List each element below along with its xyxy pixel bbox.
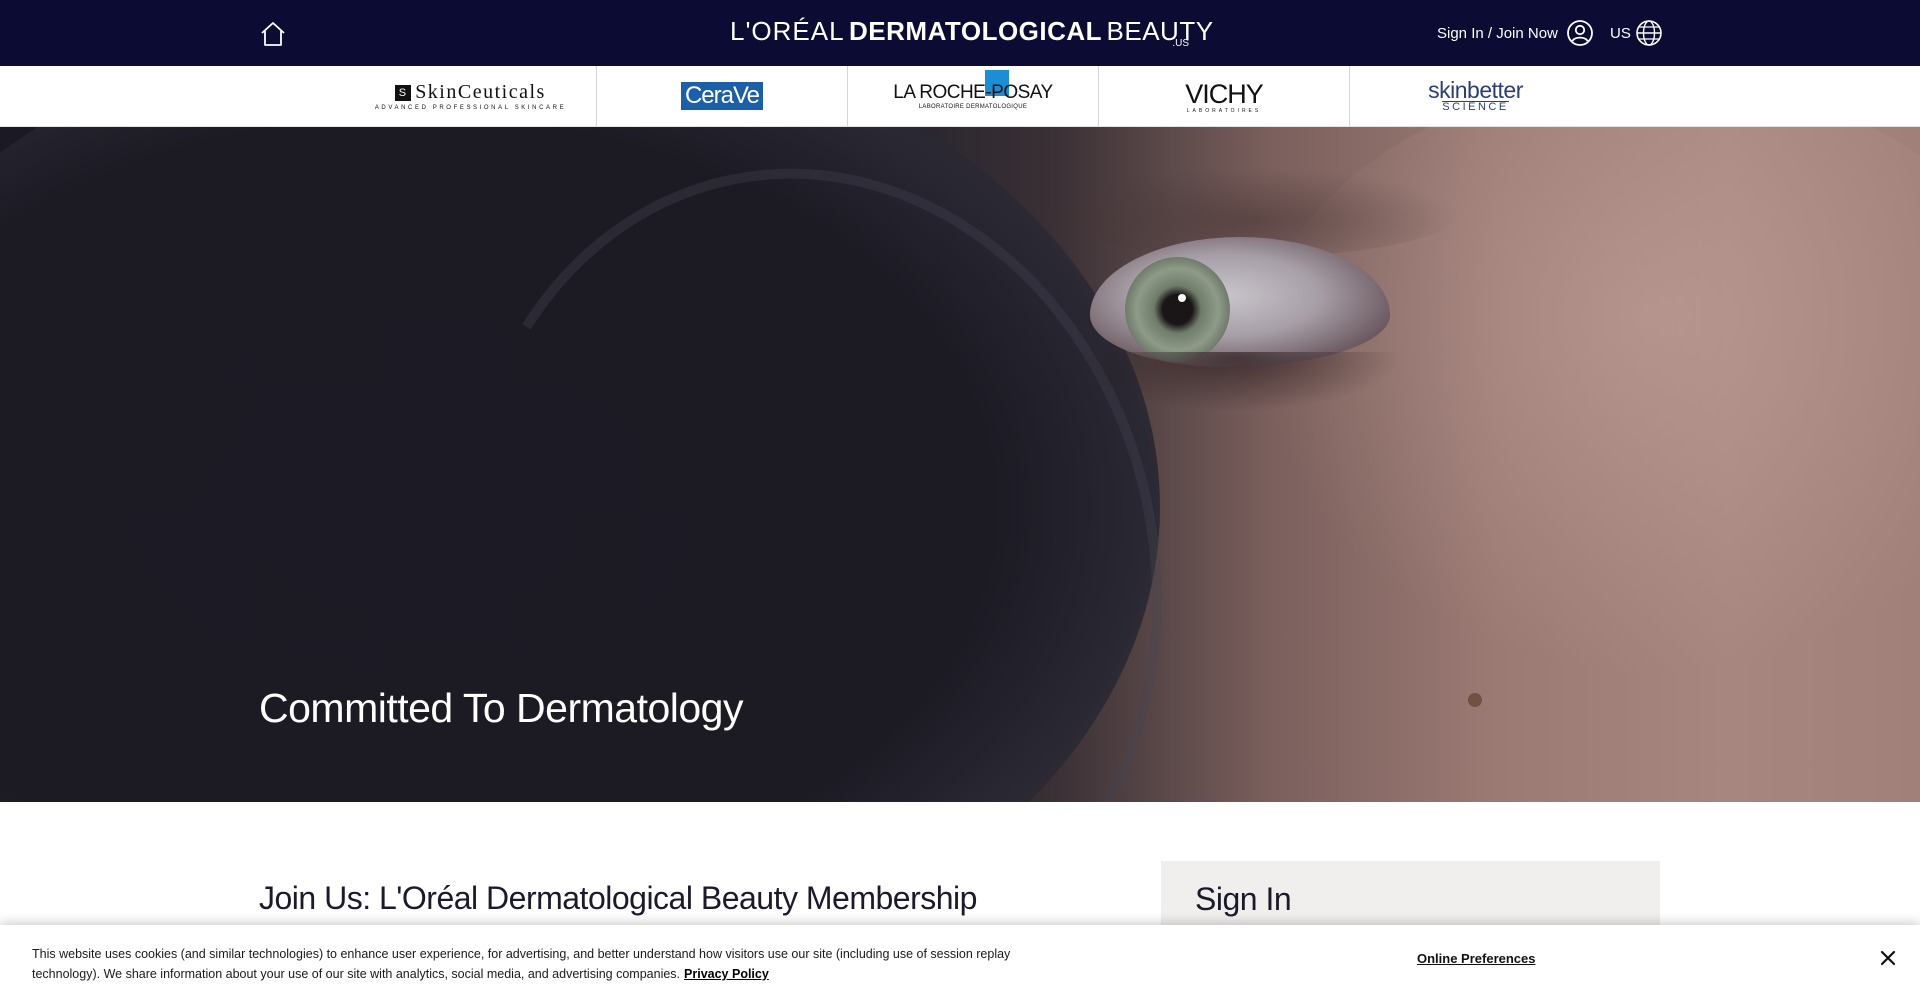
sign-in-panel-title: Sign In: [1195, 881, 1292, 917]
hero-image-mole: [1468, 693, 1482, 707]
skinceuticals-logo: S SkinCeuticals ADVANCED PROFESSIONAL SKI…: [375, 81, 566, 111]
region-label: US: [1610, 24, 1631, 42]
sign-in-join-label: Sign In / Join Now: [1437, 24, 1558, 42]
skinbetter-logo: skinbetter SCIENCE: [1428, 79, 1523, 113]
skinceuticals-mark-icon: S: [395, 84, 412, 101]
brand-suffix: .US: [1172, 38, 1189, 49]
hero-image-iris: [1125, 257, 1230, 362]
brand-link-la-roche-posay[interactable]: LA ROCHE-POSAY LABORATOIRE DERMATOLOGIQU…: [848, 66, 1099, 126]
vichy-name: VICHY: [1185, 78, 1264, 109]
close-icon[interactable]: [1878, 948, 1898, 968]
skinbetter-name: skinbetter: [1428, 77, 1523, 103]
privacy-policy-link[interactable]: Privacy Policy: [684, 967, 769, 981]
hero-title: Committed To Dermatology: [259, 685, 743, 731]
sign-in-join-link[interactable]: Sign In / Join Now: [1437, 18, 1594, 48]
online-preferences-link[interactable]: Online Preferences: [1417, 951, 1536, 966]
brand-part-loreal: L'ORÉAL: [730, 16, 845, 46]
hero-banner: Committed To Dermatology: [0, 127, 1920, 802]
cookie-banner: This website uses cookies (and similar t…: [0, 925, 1920, 993]
skinceuticals-tagline: ADVANCED PROFESSIONAL SKINCARE: [374, 105, 567, 111]
brand-link-vichy[interactable]: VICHY LABORATOIRES: [1099, 66, 1350, 126]
vichy-logo: VICHY LABORATOIRES: [1185, 78, 1264, 114]
site-logo[interactable]: L'ORÉAL DERMATOLOGICAL BEAUTY .US: [730, 16, 1213, 52]
globe-icon: [1636, 20, 1662, 46]
skinceuticals-name: SkinCeuticals: [415, 81, 546, 103]
la-roche-posay-tagline: LABORATOIRE DERMATOLOGIQUE: [918, 104, 1028, 110]
brand-link-skinceuticals[interactable]: S SkinCeuticals ADVANCED PROFESSIONAL SKI…: [345, 66, 597, 126]
user-circle-icon: [1567, 20, 1593, 46]
skinbetter-tagline: SCIENCE: [1442, 101, 1509, 113]
membership-heading: Join Us: L'Oréal Dermatological Beauty M…: [259, 880, 977, 916]
brand-link-cerave[interactable]: CeraVe: [597, 66, 848, 126]
cookie-banner-text: This website uses cookies (and similar t…: [32, 947, 1011, 981]
brand-part-beauty: BEAUTY: [1106, 16, 1214, 46]
hero-image-glint: [1178, 294, 1186, 302]
cerave-logo: CeraVe: [680, 82, 764, 110]
brand-part-dermatological: DERMATOLOGICAL: [849, 16, 1103, 46]
la-roche-posay-logo: LA ROCHE-POSAY LABORATOIRE DERMATOLOGIQU…: [893, 70, 1053, 110]
la-roche-posay-name: LA ROCHE-POSAY: [893, 82, 1053, 103]
brand-navigation: S SkinCeuticals ADVANCED PROFESSIONAL SKI…: [0, 66, 1920, 127]
region-selector[interactable]: US: [1610, 18, 1663, 48]
cookie-banner-text-block: This website uses cookies (and similar t…: [32, 944, 1032, 984]
top-navigation-bar: L'ORÉAL DERMATOLOGICAL BEAUTY .US Sign I…: [0, 0, 1920, 66]
brand-link-skinbetter[interactable]: skinbetter SCIENCE: [1350, 66, 1601, 126]
hero-image-lashes: [1070, 352, 1400, 412]
vichy-tagline: LABORATOIRES: [1186, 107, 1262, 114]
cerave-name: CeraVe: [684, 82, 760, 109]
home-icon[interactable]: [258, 20, 288, 48]
